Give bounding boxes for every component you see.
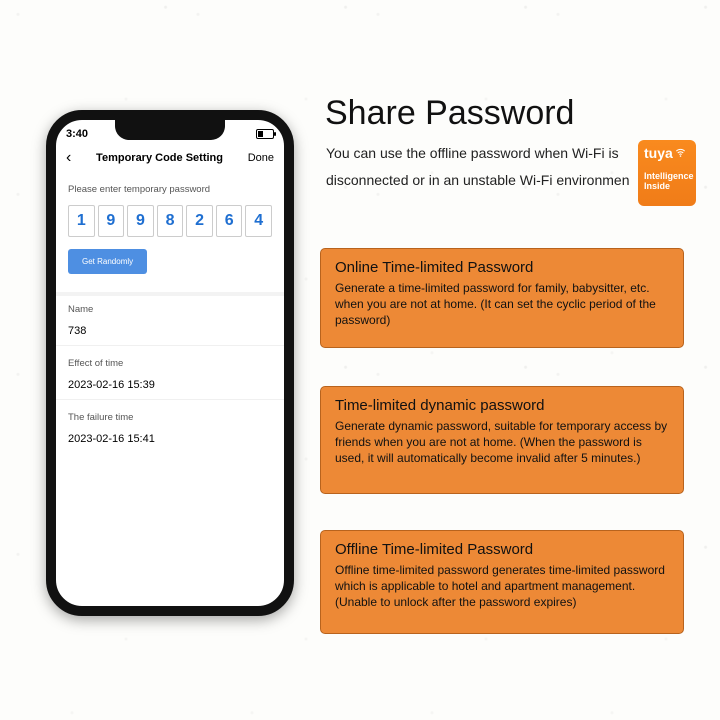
password-digit[interactable]: 8 <box>157 205 184 237</box>
feature-card-dynamic: Time-limited dynamic password Generate d… <box>320 386 684 494</box>
card-title: Online Time-limited Password <box>335 259 669 276</box>
card-body: Generate dynamic password, suitable for … <box>335 418 669 467</box>
failure-time-label: The failure time <box>68 412 272 423</box>
tuya-badge: tuya Intelligence Inside <box>638 140 696 206</box>
nav-bar: ‹ Temporary Code Setting Done <box>56 148 284 172</box>
password-prompt-label: Please enter temporary password <box>68 184 272 195</box>
page-title: Temporary Code Setting <box>96 152 223 164</box>
back-button[interactable]: ‹ <box>66 150 71 166</box>
card-title: Time-limited dynamic password <box>335 397 669 414</box>
password-digit[interactable]: 6 <box>216 205 243 237</box>
phone-notch <box>115 118 225 140</box>
effect-time-label: Effect of time <box>68 358 272 369</box>
effect-time-value[interactable]: 2023-02-16 15:39 <box>68 379 272 391</box>
feature-card-online: Online Time-limited Password Generate a … <box>320 248 684 348</box>
feature-card-offline: Offline Time-limited Password Offline ti… <box>320 530 684 634</box>
subheading: You can use the offline password when Wi… <box>326 140 636 193</box>
section-divider <box>56 292 284 296</box>
name-value[interactable]: 738 <box>68 325 272 337</box>
password-digit[interactable]: 1 <box>68 205 95 237</box>
name-label: Name <box>68 304 272 315</box>
done-button[interactable]: Done <box>248 152 274 164</box>
phone-frame: 3:40 ‹ Temporary Code Setting Done Pleas… <box>46 110 294 616</box>
tuya-brand-text: tuya <box>644 145 673 161</box>
get-random-button[interactable]: Get Randomly <box>68 249 147 274</box>
tuya-line1: Intelligence <box>644 171 694 181</box>
card-title: Offline Time-limited Password <box>335 541 669 558</box>
wifi-icon <box>675 147 686 158</box>
password-digit[interactable]: 4 <box>245 205 272 237</box>
card-body: Generate a time-limited password for fam… <box>335 280 669 329</box>
headline: Share Password <box>325 94 574 133</box>
password-digit[interactable]: 2 <box>186 205 213 237</box>
password-digit[interactable]: 9 <box>98 205 125 237</box>
password-digit-row: 1 9 9 8 2 6 4 <box>68 205 272 237</box>
status-time: 3:40 <box>66 128 88 140</box>
tuya-line2: Inside <box>644 181 670 191</box>
tuya-brand: tuya <box>644 145 690 161</box>
password-digit[interactable]: 9 <box>127 205 154 237</box>
card-body: Offline time-limited password generates … <box>335 562 669 611</box>
battery-icon <box>256 129 274 139</box>
failure-time-value[interactable]: 2023-02-16 15:41 <box>68 433 272 445</box>
